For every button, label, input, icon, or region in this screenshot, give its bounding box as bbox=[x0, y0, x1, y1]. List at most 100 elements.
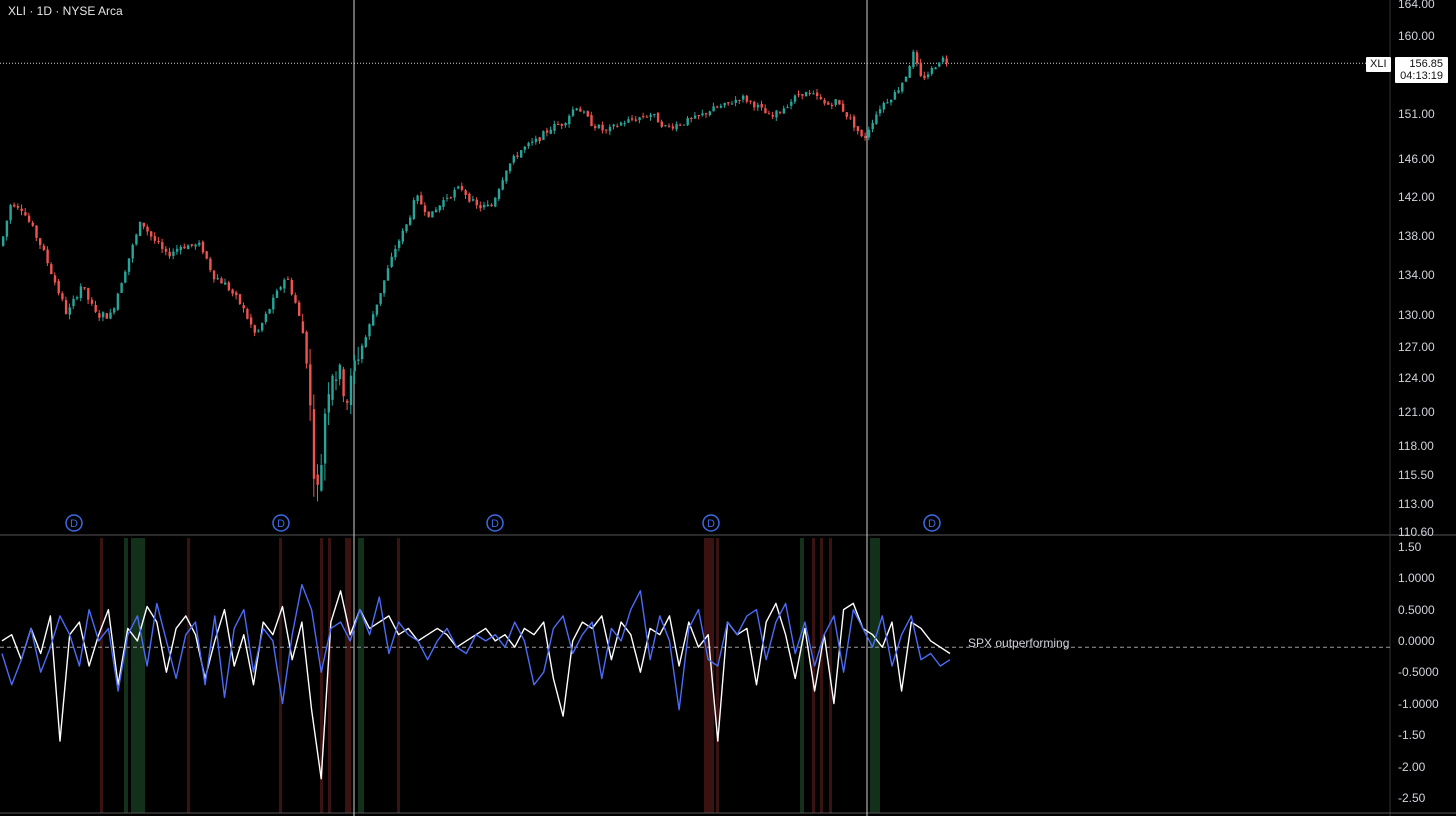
candle-body bbox=[120, 283, 123, 293]
candle-body bbox=[712, 106, 715, 112]
candle-body bbox=[471, 199, 475, 201]
candle-body bbox=[364, 337, 367, 347]
candle-body bbox=[808, 92, 811, 94]
candle-body bbox=[224, 282, 227, 285]
candle-body bbox=[590, 115, 593, 126]
candle-body bbox=[279, 287, 282, 290]
candle-body bbox=[915, 52, 919, 64]
dividend-marker: D bbox=[486, 514, 504, 532]
candle-body bbox=[201, 241, 205, 253]
candle-body bbox=[13, 204, 16, 207]
candle-body bbox=[298, 302, 301, 316]
candle-body bbox=[775, 110, 778, 118]
candle-body bbox=[338, 364, 342, 380]
signal-band bbox=[279, 538, 282, 813]
candle-body bbox=[649, 114, 652, 117]
candle-body bbox=[483, 204, 486, 208]
candlesticks bbox=[2, 49, 948, 502]
candle-body bbox=[671, 126, 675, 129]
candle-body bbox=[871, 122, 874, 130]
signal-band bbox=[124, 538, 128, 813]
candle-body bbox=[634, 119, 638, 121]
price-tick-label: 121.00 bbox=[1398, 405, 1435, 419]
candle-body bbox=[560, 124, 564, 126]
candle-body bbox=[453, 189, 456, 198]
candle-body bbox=[490, 204, 493, 207]
candle-body bbox=[124, 271, 127, 283]
oscillator-axis[interactable]: 1.50 1.0000 0.5000 0.0000 -0.5000 -1.0000 -1.5… bbox=[1398, 540, 1439, 805]
candle-body bbox=[601, 124, 604, 131]
candle-body bbox=[790, 101, 793, 106]
candle-body bbox=[749, 100, 752, 102]
candle-body bbox=[146, 226, 149, 232]
candle-body bbox=[87, 288, 90, 300]
dividend-marker-label: D bbox=[928, 518, 936, 530]
candle-body bbox=[512, 155, 515, 163]
chart-canvas[interactable]: 164.00 160.00 151.00 146.00 142.00 138.00 134.… bbox=[0, 0, 1456, 816]
candle-body bbox=[27, 215, 31, 222]
candle-body bbox=[505, 170, 508, 182]
candle-body bbox=[16, 205, 20, 208]
candle-body bbox=[246, 308, 249, 319]
oscillator-tick-label: 0.0000 bbox=[1398, 634, 1435, 648]
price-tick-label: 134.00 bbox=[1398, 268, 1435, 282]
dividend-markers: DDDDD bbox=[65, 514, 941, 532]
candle-body bbox=[830, 104, 834, 106]
candle-body bbox=[446, 197, 449, 199]
last-price-label: 156.85 04:13:19 bbox=[1395, 57, 1448, 83]
candle-body bbox=[275, 290, 279, 298]
candle-body bbox=[64, 300, 68, 314]
signal-bands bbox=[100, 538, 880, 813]
signal-band bbox=[328, 538, 331, 813]
candle-body bbox=[849, 117, 852, 119]
price-tick-label: 118.00 bbox=[1398, 439, 1434, 453]
candle-body bbox=[368, 324, 371, 337]
candle-body bbox=[930, 68, 934, 74]
candle-body bbox=[212, 270, 216, 280]
candle-body bbox=[745, 95, 749, 102]
candle-body bbox=[61, 293, 64, 300]
candle-body bbox=[335, 379, 338, 381]
candle-body bbox=[571, 109, 575, 116]
candle-body bbox=[320, 465, 323, 491]
candle-body bbox=[98, 313, 101, 318]
candle-body bbox=[175, 248, 179, 252]
candle-body bbox=[579, 108, 582, 112]
candle-body bbox=[938, 62, 941, 67]
price-tick-label: 142.00 bbox=[1398, 190, 1435, 204]
last-price-value: 156.85 bbox=[1409, 58, 1443, 70]
candle-body bbox=[582, 111, 586, 113]
candle-body bbox=[76, 297, 79, 299]
candle-body bbox=[549, 129, 552, 134]
candle-body bbox=[734, 99, 737, 103]
candle-body bbox=[220, 278, 223, 284]
candle-body bbox=[479, 205, 482, 209]
candle-body bbox=[261, 322, 264, 331]
candle-body bbox=[594, 126, 597, 128]
candle-body bbox=[142, 222, 145, 227]
candle-body bbox=[908, 66, 911, 78]
candle-body bbox=[405, 224, 408, 232]
candle-body bbox=[767, 113, 771, 115]
candle-body bbox=[205, 251, 208, 259]
candle-body bbox=[94, 304, 97, 312]
oscillator-tick-label: -1.0000 bbox=[1398, 697, 1439, 711]
candle-body bbox=[357, 359, 360, 361]
price-tick-label: 124.00 bbox=[1398, 371, 1435, 385]
price-tick-label: 130.00 bbox=[1398, 308, 1435, 322]
candle-body bbox=[564, 123, 567, 126]
candle-body bbox=[153, 236, 157, 241]
candle-body bbox=[697, 115, 700, 117]
candle-body bbox=[701, 113, 704, 116]
candle-body bbox=[675, 124, 678, 130]
candle-body bbox=[316, 474, 319, 485]
candle-body bbox=[668, 125, 671, 127]
symbol-header[interactable]: XLI · 1D · NYSE Arca bbox=[8, 4, 123, 18]
signal-band bbox=[100, 538, 103, 813]
candle-body bbox=[231, 289, 234, 294]
candle-body bbox=[346, 400, 349, 403]
candle-body bbox=[686, 117, 689, 126]
candle-body bbox=[771, 115, 774, 117]
candle-body bbox=[161, 242, 164, 249]
candle-body bbox=[779, 111, 782, 113]
